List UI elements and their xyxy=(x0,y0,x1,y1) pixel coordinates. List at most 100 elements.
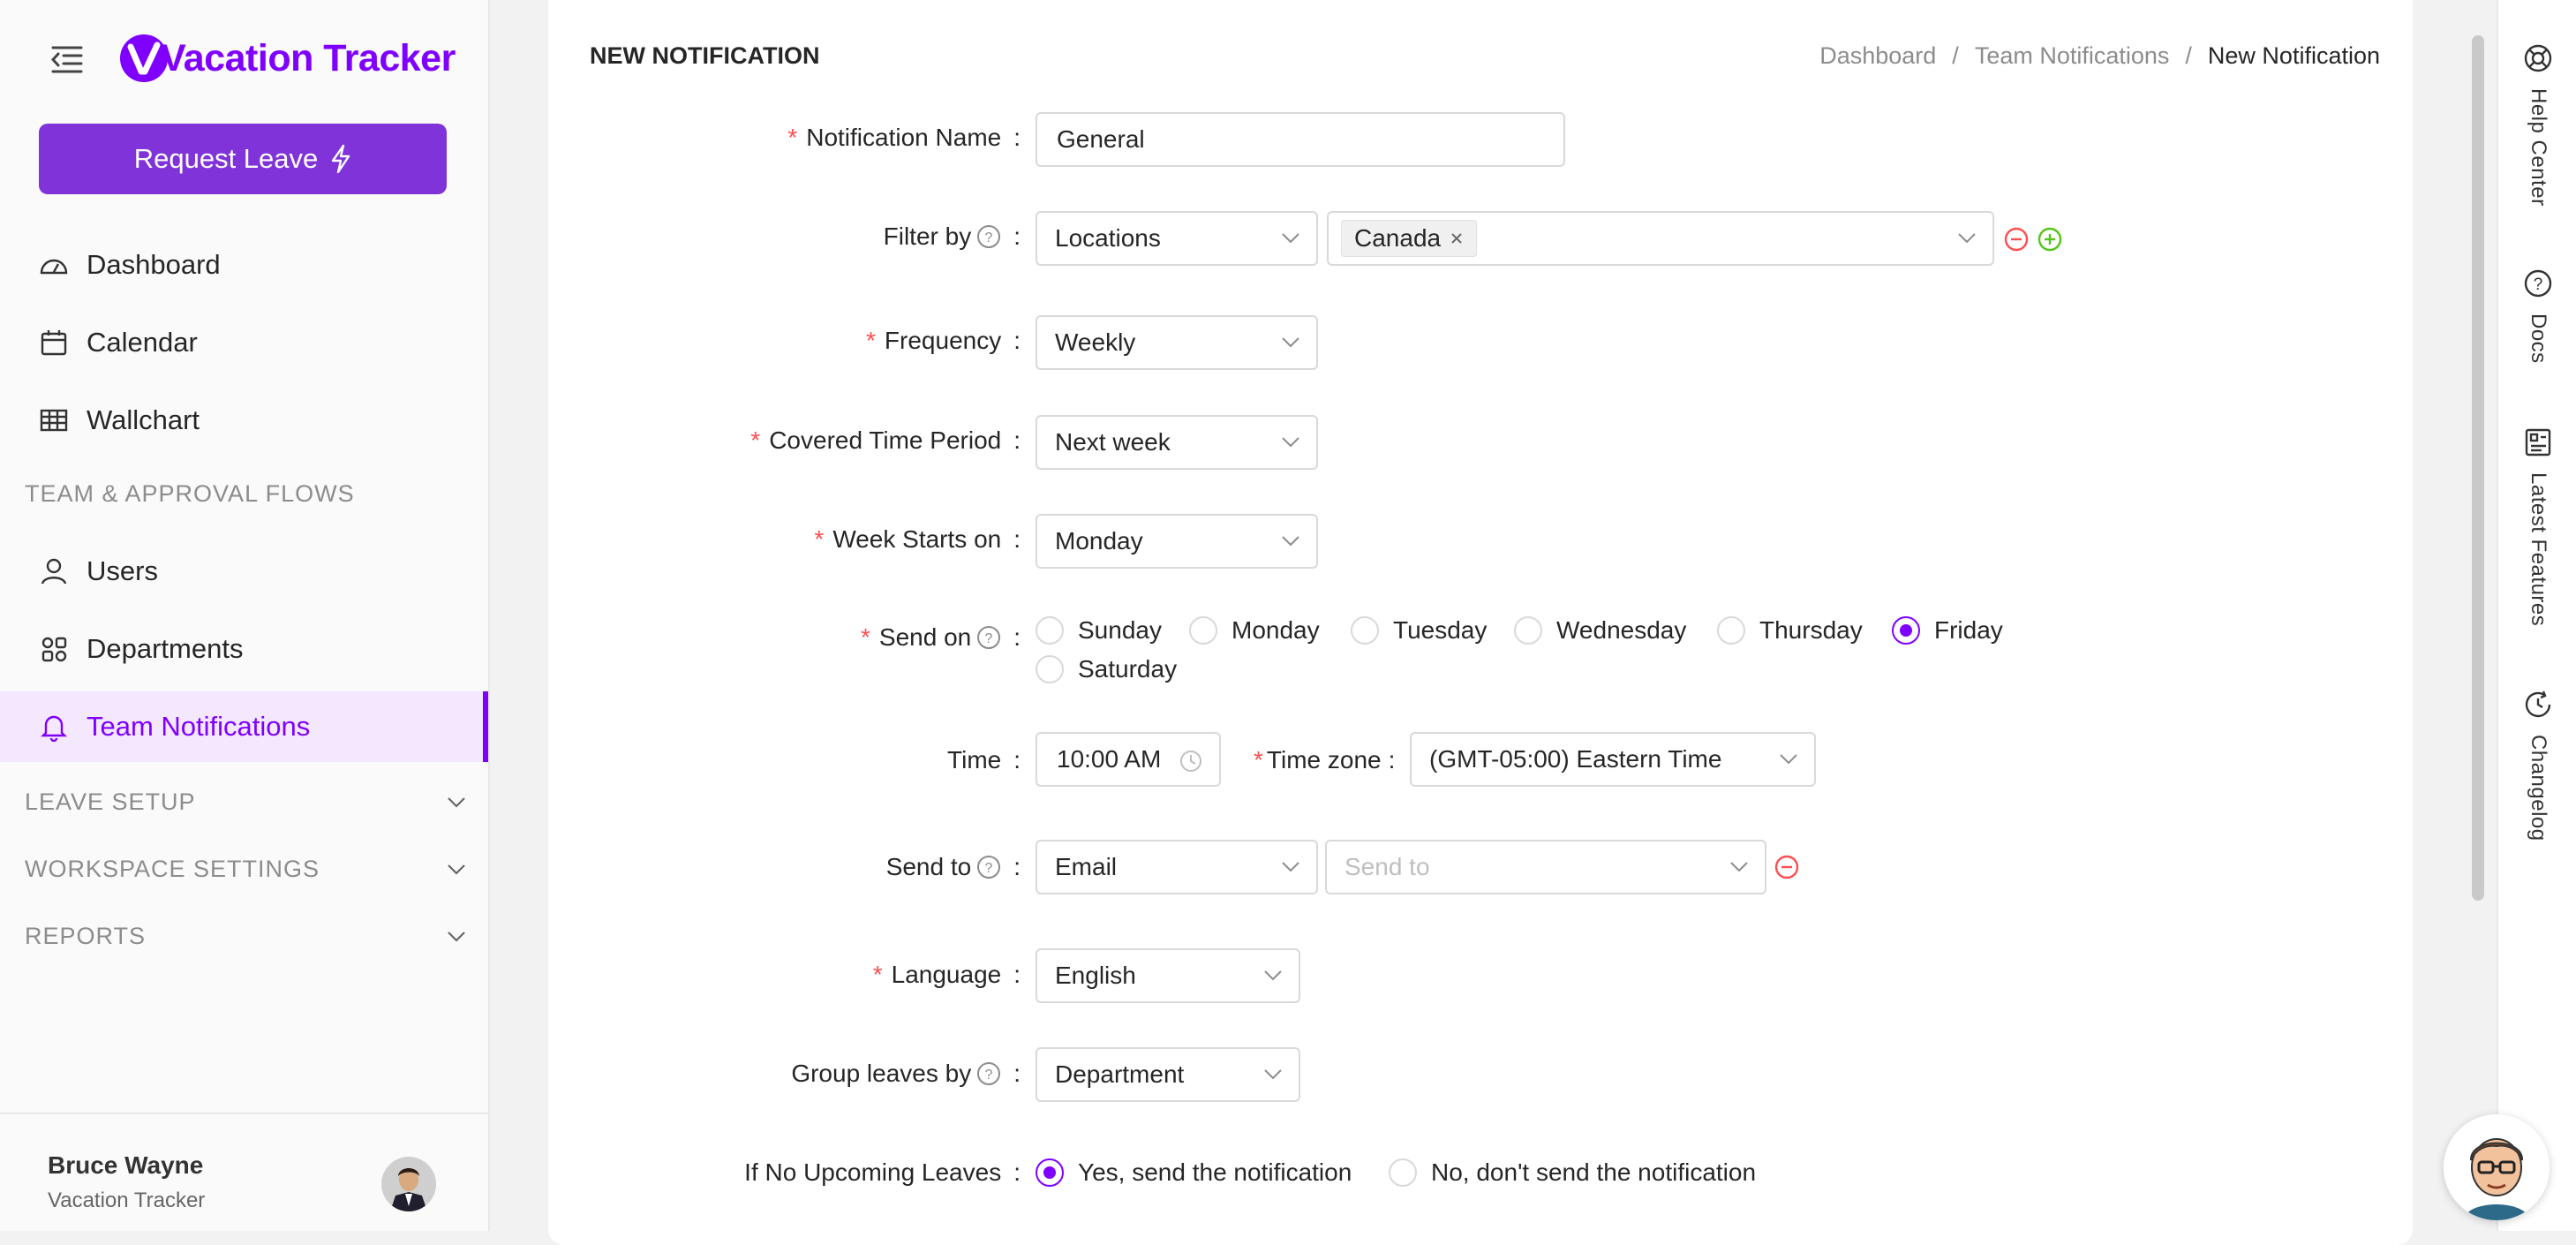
request-leave-button[interactable]: Request Leave xyxy=(39,124,447,194)
dashboard-icon xyxy=(40,259,68,275)
svg-text:?: ? xyxy=(985,861,993,876)
rail-latest-features[interactable]: Latest Features xyxy=(2498,426,2576,626)
notification-name-input[interactable]: General xyxy=(1036,112,1565,167)
radio-button[interactable] xyxy=(1717,616,1745,645)
rail-help-center[interactable]: Help Center xyxy=(2498,42,2576,207)
filter-type-select[interactable]: Locations xyxy=(1036,211,1318,266)
radio-button[interactable] xyxy=(1389,1158,1417,1187)
user-company: Vacation Tracker xyxy=(48,1188,206,1212)
time-zone-select[interactable]: (GMT-05:00) Eastern Time xyxy=(1410,732,1816,787)
sidebar-item-label: Wallchart xyxy=(87,404,200,435)
send-on-wednesday[interactable]: Wednesday xyxy=(1514,616,1686,645)
features-icon xyxy=(2525,428,2551,456)
label-text: Time zone xyxy=(1266,746,1382,773)
send-on-tuesday[interactable]: Tuesday xyxy=(1351,616,1487,645)
close-icon[interactable] xyxy=(1450,231,1464,245)
send-to-recipients-select[interactable]: Send to xyxy=(1325,840,1766,894)
radio-label: Friday xyxy=(1934,616,2003,644)
remove-recipient-icon[interactable] xyxy=(1774,854,1800,880)
support-chat-button[interactable] xyxy=(2444,1114,2550,1220)
clock-icon xyxy=(1180,751,1201,772)
sidebar-item-calendar[interactable]: Calendar xyxy=(0,307,488,378)
time-picker[interactable]: 10:00 AM xyxy=(1036,732,1221,787)
radio-button-selected[interactable] xyxy=(1036,1158,1064,1187)
required-mark: * xyxy=(787,124,798,151)
required-mark: * xyxy=(872,961,883,988)
required-mark: * xyxy=(750,426,761,454)
radio-button[interactable] xyxy=(1036,616,1064,645)
breadcrumb-team-notifications[interactable]: Team Notifications xyxy=(1975,42,2170,70)
sidebar-section-reports[interactable]: REPORTS xyxy=(25,923,466,950)
sidebar-item-wallchart[interactable]: Wallchart xyxy=(0,385,488,456)
avatar[interactable] xyxy=(381,1157,436,1211)
rail-docs[interactable]: ? Docs xyxy=(2498,268,2576,364)
send-on-sunday[interactable]: Sunday xyxy=(1036,616,1162,645)
frequency-select[interactable]: Weekly xyxy=(1036,315,1318,370)
label-text: Group leaves by xyxy=(791,1060,972,1087)
filter-values-select[interactable]: Canada xyxy=(1327,211,1994,266)
filter-tag: Canada xyxy=(1341,220,1478,257)
covered-period-select[interactable]: Next week xyxy=(1036,415,1318,470)
week-starts-select[interactable]: Monday xyxy=(1036,514,1318,569)
radio-button[interactable] xyxy=(1514,616,1542,645)
radio-button-selected[interactable] xyxy=(1892,616,1920,645)
question-circle-icon[interactable]: ? xyxy=(976,224,1001,249)
required-mark: * xyxy=(1254,746,1263,773)
breadcrumb-separator: / xyxy=(1952,42,1959,69)
no-leaves-yes[interactable]: Yes, send the notification xyxy=(1036,1158,1352,1187)
rail-label: Docs xyxy=(2527,313,2550,364)
sidebar-section-team: TEAM & APPROVAL FLOWS xyxy=(25,480,466,508)
send-to-channel-select[interactable]: Email xyxy=(1036,840,1318,894)
week-starts-value: Monday xyxy=(1055,527,1143,555)
sidebar-section-workspace-settings[interactable]: WORKSPACE SETTINGS xyxy=(25,856,466,883)
rail-changelog[interactable]: Changelog xyxy=(2498,689,2576,841)
sidebar-item-users[interactable]: Users xyxy=(0,536,488,607)
user-avatar-icon xyxy=(381,1157,436,1211)
question-circle-icon[interactable]: ? xyxy=(976,855,1001,879)
tag-label: Canada xyxy=(1354,224,1442,252)
sidebar-item-label: Dashboard xyxy=(87,249,221,280)
send-on-saturday[interactable]: Saturday xyxy=(1036,655,1177,683)
sidebar-item-label: Departments xyxy=(87,633,244,664)
chevron-down-icon xyxy=(1282,536,1299,547)
breadcrumb-dashboard[interactable]: Dashboard xyxy=(1819,42,1936,70)
frequency-value: Weekly xyxy=(1055,328,1136,356)
question-circle-icon[interactable]: ? xyxy=(976,625,1001,650)
send-on-monday[interactable]: Monday xyxy=(1189,616,1320,645)
label-text: Time xyxy=(947,746,1002,773)
sidebar: Vacation Tracker Request Leave Dashboard… xyxy=(0,0,490,1231)
chevron-down-icon xyxy=(1780,754,1797,765)
group-by-select[interactable]: Department xyxy=(1036,1047,1300,1102)
menu-collapse-icon[interactable] xyxy=(49,44,85,76)
radio-button[interactable] xyxy=(1351,616,1379,645)
send-on-label: * Send on ? : xyxy=(860,623,1021,651)
label-text: Language xyxy=(891,961,1002,988)
support-avatar-icon xyxy=(2444,1114,2550,1220)
question-circle-icon[interactable]: ? xyxy=(976,1061,1001,1086)
language-select[interactable]: English xyxy=(1036,948,1300,1003)
sidebar-item-dashboard[interactable]: Dashboard xyxy=(0,230,488,300)
main-scrollbar[interactable] xyxy=(2472,35,2484,901)
radio-button[interactable] xyxy=(1036,655,1064,683)
app-logo[interactable]: Vacation Tracker xyxy=(118,32,456,85)
chevron-down-icon xyxy=(448,931,465,942)
chevron-down-icon xyxy=(1958,233,1976,244)
radio-label: Tuesday xyxy=(1393,616,1488,644)
notification-name-label: * Notification Name: xyxy=(787,124,1021,151)
remove-filter-icon[interactable] xyxy=(2003,226,2030,253)
sidebar-item-departments[interactable]: Departments xyxy=(0,614,488,684)
time-label: Time: xyxy=(947,746,1021,773)
label-text: Filter by xyxy=(883,223,972,250)
no-leaves-no[interactable]: No, don't send the notification xyxy=(1389,1158,1756,1187)
group-by-label: Group leaves by ? : xyxy=(791,1060,1021,1087)
language-label: * Language: xyxy=(872,961,1021,988)
sidebar-item-team-notifications[interactable]: Team Notifications xyxy=(0,691,488,762)
user-profile[interactable]: Bruce Wayne Vacation Tracker xyxy=(0,1113,488,1231)
radio-button[interactable] xyxy=(1189,616,1217,645)
send-on-thursday[interactable]: Thursday xyxy=(1717,616,1863,645)
sidebar-section-leave-setup[interactable]: LEAVE SETUP xyxy=(25,788,466,816)
send-on-friday[interactable]: Friday xyxy=(1892,616,2003,645)
svg-text:?: ? xyxy=(985,1068,993,1083)
add-filter-icon[interactable] xyxy=(2037,226,2063,253)
changelog-icon xyxy=(2525,690,2551,718)
